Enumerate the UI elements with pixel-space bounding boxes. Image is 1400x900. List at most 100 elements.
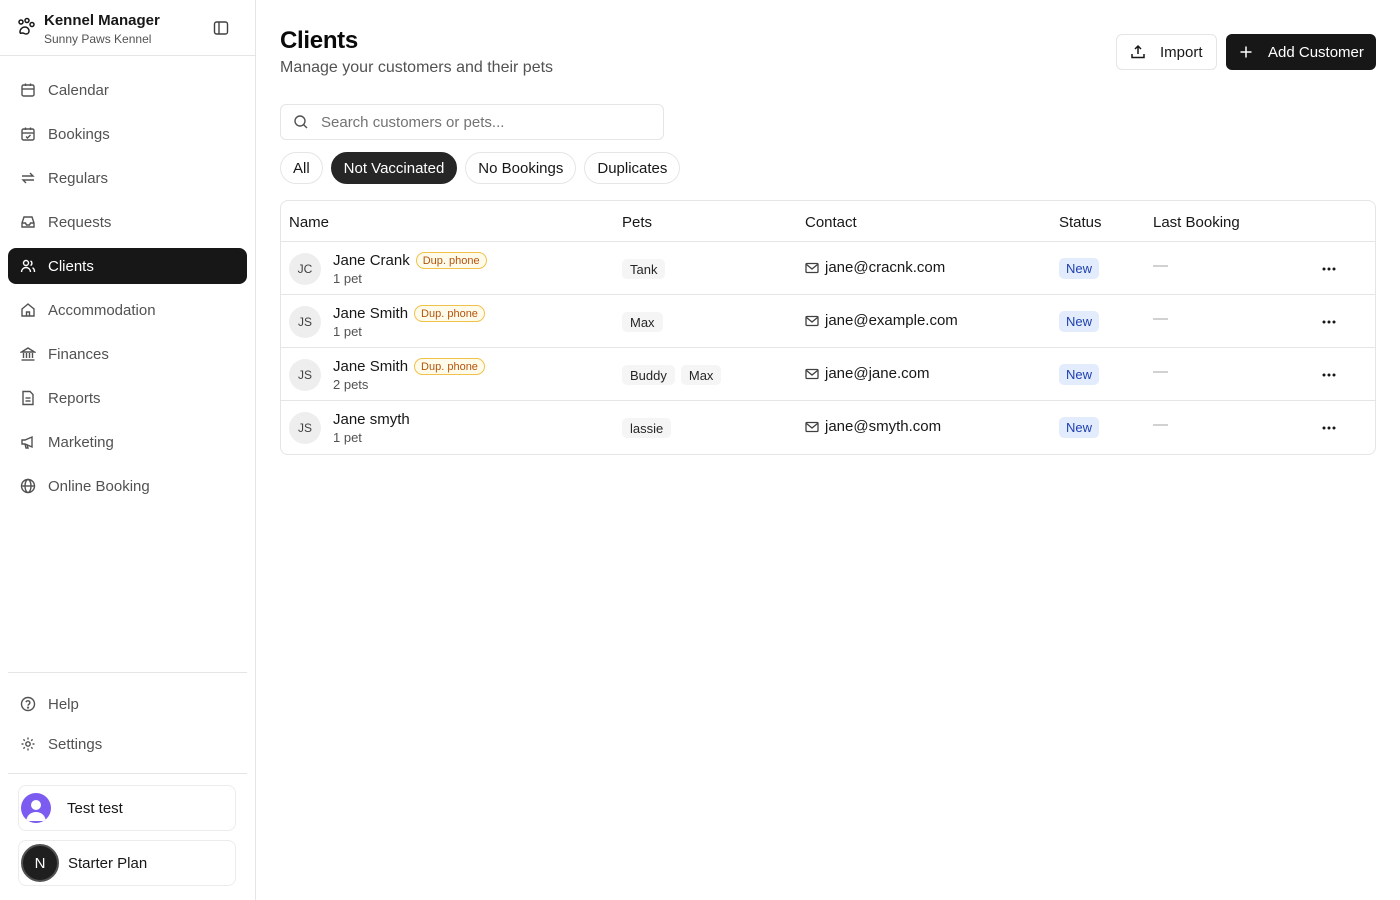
client-name[interactable]: Jane Smith Dup. phone <box>333 305 485 322</box>
pet-tag[interactable]: Max <box>680 365 722 385</box>
import-button[interactable]: Import <box>1116 34 1217 70</box>
client-name[interactable]: Jane Smith Dup. phone <box>333 358 485 375</box>
sidebar-item-clients[interactable]: Clients <box>8 248 247 284</box>
filter-duplicates[interactable]: Duplicates <box>584 152 681 184</box>
client-contact: jane@example.com <box>805 312 958 329</box>
pet-tag[interactable]: Buddy <box>622 365 675 385</box>
search-input[interactable] <box>321 113 641 131</box>
bank-icon <box>20 346 36 362</box>
sidebar-item-bookings[interactable]: Bookings <box>8 116 247 152</box>
filter-chips: All Not Vaccinated No Bookings Duplicate… <box>280 152 688 184</box>
sidebar-item-label: Online Booking <box>48 477 150 495</box>
globe-icon <box>20 478 36 494</box>
sidebar-item-label: Regulars <box>48 169 109 187</box>
column-pets[interactable]: Pets <box>622 214 652 231</box>
client-email[interactable]: jane@jane.com <box>825 365 929 382</box>
pets-list: Max <box>622 312 669 332</box>
more-options-icon[interactable] <box>1317 363 1341 387</box>
client-name-text: Jane Crank <box>333 252 410 269</box>
clients-table: Name Pets Contact Status Last Booking JC… <box>280 200 1376 455</box>
mail-icon <box>805 314 819 328</box>
client-email[interactable]: jane@cracnk.com <box>825 259 945 276</box>
last-booking: — <box>1153 310 1168 327</box>
app-name: Kennel Manager <box>44 12 160 29</box>
table-row[interactable]: JC Jane Crank Dup. phone 1 pet Tank jane… <box>281 242 1375 295</box>
sidebar-item-label: Marketing <box>48 433 114 451</box>
filter-no-bookings[interactable]: No Bookings <box>465 152 577 184</box>
sidebar-item-reports[interactable]: Reports <box>8 380 247 416</box>
status-badge: New <box>1059 311 1100 332</box>
last-booking: — <box>1153 257 1168 274</box>
help-circle-icon <box>20 696 36 712</box>
client-email[interactable]: jane@example.com <box>825 312 958 329</box>
sidebar-toggle-icon[interactable] <box>210 17 232 39</box>
table-row[interactable]: JS Jane smyth 1 pet lassie jane@smyth.co… <box>281 401 1375 454</box>
kennel-name: Sunny Paws Kennel <box>44 32 152 46</box>
sidebar-item-calendar[interactable]: Calendar <box>8 72 247 108</box>
column-name[interactable]: Name <box>289 214 329 231</box>
column-contact[interactable]: Contact <box>805 214 857 231</box>
more-options-icon[interactable] <box>1317 416 1341 440</box>
sidebar-item-label: Requests <box>48 213 112 231</box>
pets-list: Tank <box>622 259 671 279</box>
pets-list: Buddy Max <box>622 365 727 385</box>
client-email[interactable]: jane@smyth.com <box>825 418 941 435</box>
sidebar-item-help[interactable]: Help <box>8 686 247 722</box>
sidebar-item-requests[interactable]: Requests <box>8 204 247 240</box>
filter-all[interactable]: All <box>280 152 323 184</box>
users-icon <box>20 258 36 274</box>
duplicate-badge: Dup. phone <box>414 305 485 322</box>
sidebar-item-marketing[interactable]: Marketing <box>8 424 247 460</box>
table-row[interactable]: JS Jane Smith Dup. phone 2 pets Buddy Ma… <box>281 348 1375 401</box>
plan-card[interactable]: N Starter Plan <box>18 840 236 886</box>
more-options-icon[interactable] <box>1317 257 1341 281</box>
client-avatar: JC <box>289 253 321 285</box>
page-title: Clients <box>280 27 358 54</box>
filter-not-vaccinated[interactable]: Not Vaccinated <box>330 152 458 184</box>
mail-icon <box>805 420 819 434</box>
sidebar-item-regulars[interactable]: Regulars <box>8 160 247 196</box>
sidebar-divider <box>8 773 247 774</box>
add-customer-button[interactable]: Add Customer <box>1226 34 1376 70</box>
sidebar-item-label: Calendar <box>48 81 109 99</box>
more-options-icon[interactable] <box>1317 310 1341 334</box>
pet-tag[interactable]: lassie <box>622 418 672 438</box>
pet-tag[interactable]: Tank <box>622 259 666 279</box>
mail-icon <box>805 261 819 275</box>
status-badge: New <box>1059 364 1100 385</box>
main-content: Clients Manage your customers and their … <box>256 0 1400 900</box>
file-text-icon <box>20 390 36 406</box>
table-row[interactable]: JS Jane Smith Dup. phone 1 pet Max jane@… <box>281 295 1375 348</box>
user-menu[interactable]: Test test <box>18 785 236 831</box>
calendar-icon <box>20 82 36 98</box>
user-name: Test test <box>67 799 123 817</box>
search-icon <box>293 114 309 130</box>
calendar-check-icon <box>20 126 36 142</box>
client-name[interactable]: Jane smyth <box>333 411 410 428</box>
sidebar-item-accommodation[interactable]: Accommodation <box>8 292 247 328</box>
last-booking: — <box>1153 416 1168 433</box>
pet-tag[interactable]: Max <box>622 312 663 332</box>
brand-header: Kennel Manager Sunny Paws Kennel <box>0 0 255 56</box>
pet-count: 1 pet <box>333 430 362 445</box>
page-subtitle: Manage your customers and their pets <box>280 59 554 76</box>
sidebar-bottom-nav: Help Settings <box>8 686 247 766</box>
sidebar-item-settings[interactable]: Settings <box>8 726 247 762</box>
gear-icon <box>20 736 36 752</box>
sidebar-item-label: Settings <box>48 735 103 753</box>
paw-logo-icon <box>16 17 36 37</box>
status-badge: New <box>1059 258 1100 279</box>
sidebar-divider <box>8 672 247 673</box>
last-booking: — <box>1153 363 1168 380</box>
pet-count: 1 pet <box>333 324 362 339</box>
client-contact: jane@smyth.com <box>805 418 941 435</box>
sidebar-item-online-booking[interactable]: Online Booking <box>8 468 247 504</box>
sidebar-item-finances[interactable]: Finances <box>8 336 247 372</box>
column-status[interactable]: Status <box>1059 214 1102 231</box>
sidebar-item-label: Clients <box>48 257 94 275</box>
sidebar-item-label: Help <box>48 695 79 713</box>
plan-avatar: N <box>21 844 59 882</box>
client-name[interactable]: Jane Crank Dup. phone <box>333 252 487 269</box>
search-box <box>280 104 664 140</box>
column-last-booking[interactable]: Last Booking <box>1153 214 1240 231</box>
